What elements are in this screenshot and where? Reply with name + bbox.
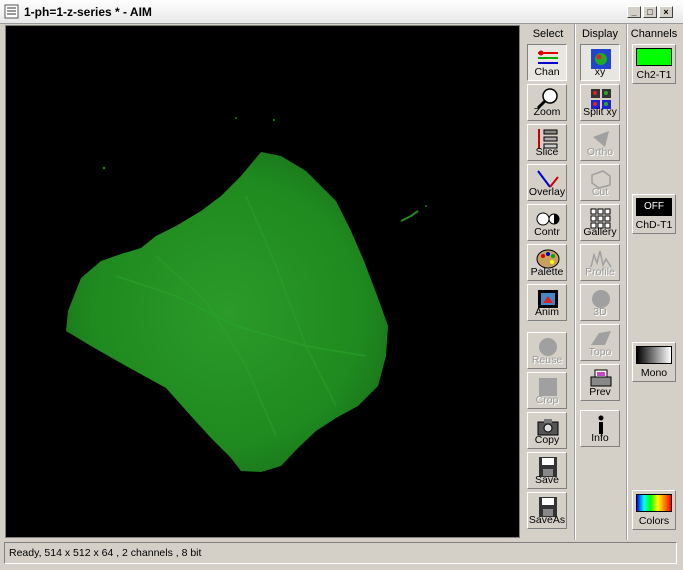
rainbow-gradient-swatch <box>636 494 672 512</box>
channel-ch2-t1-button[interactable]: Ch2-T1 <box>632 44 676 84</box>
tool-label: SaveAs <box>528 514 566 526</box>
tool-label: Topo <box>588 346 612 358</box>
channel-chd-t1-button[interactable]: OFF ChD-T1 <box>632 194 676 234</box>
palette-button[interactable]: Palette <box>527 244 567 281</box>
3d-button[interactable]: 3D <box>580 284 620 321</box>
chan-button[interactable]: Chan <box>527 44 567 81</box>
maximize-button[interactable]: □ <box>643 6 657 18</box>
mono-button[interactable]: Mono <box>632 342 676 382</box>
separator <box>626 24 627 540</box>
cut-button[interactable]: Cut <box>580 164 620 201</box>
reuse-button[interactable]: Reuse <box>527 332 567 369</box>
close-button[interactable]: × <box>659 6 673 18</box>
topo-button[interactable]: Topo <box>580 324 620 361</box>
tool-label: Cut <box>591 186 609 198</box>
display-column-header: Display <box>581 28 619 40</box>
overlay-button[interactable]: Overlay <box>527 164 567 201</box>
tool-label: Gallery <box>583 226 617 238</box>
tool-label: Info <box>591 432 609 444</box>
tool-label: Overlay <box>528 186 566 198</box>
tool-label: Prev <box>589 386 611 398</box>
profile-button[interactable]: Profile <box>580 244 620 281</box>
crop-button[interactable]: Crop <box>527 372 567 409</box>
tool-label: Chan <box>534 66 560 78</box>
select-column-header: Select <box>532 28 564 40</box>
minimize-button[interactable]: _ <box>627 6 641 18</box>
tool-label: Profile <box>585 266 615 278</box>
green-swatch <box>636 48 672 66</box>
tool-label: Ortho <box>586 146 614 158</box>
gray-gradient-swatch <box>636 346 672 364</box>
tool-label: xy <box>594 66 606 78</box>
separator <box>574 24 575 540</box>
title-bar[interactable]: 1-ph=1-z-series * - AIM _ □ × <box>0 0 683 24</box>
tool-label: 3D <box>593 306 607 318</box>
tool-label: Palette <box>530 266 564 278</box>
image-view[interactable] <box>5 25 520 538</box>
window-title: 1-ph=1-z-series * - AIM <box>24 5 152 19</box>
confocal-image <box>66 117 427 472</box>
xy-button[interactable]: xy <box>580 44 620 81</box>
tool-label: Zoom <box>533 106 561 118</box>
off-swatch: OFF <box>636 198 672 216</box>
save-button[interactable]: Save <box>527 452 567 489</box>
colors-button[interactable]: Colors <box>632 490 676 530</box>
tool-label: Anim <box>535 306 559 318</box>
tool-label: Save <box>535 474 559 486</box>
tool-label: Slice <box>535 146 559 158</box>
slice-button[interactable]: Slice <box>527 124 567 161</box>
channel-label: ChD-T1 <box>635 219 673 231</box>
channel-label: Mono <box>640 367 668 379</box>
channel-label: Colors <box>638 515 670 527</box>
tool-label: Copy <box>534 434 560 446</box>
app-icon <box>4 4 19 19</box>
tool-label: Crop <box>535 394 559 406</box>
save-as-button[interactable]: SaveAs <box>527 492 567 529</box>
anim-button[interactable]: Anim <box>527 284 567 321</box>
tool-label: Contr <box>534 226 560 238</box>
zoom-button[interactable]: Zoom <box>527 84 567 121</box>
copy-button[interactable]: Copy <box>527 412 567 449</box>
split-xy-button[interactable]: Split xy <box>580 84 620 121</box>
tool-label: Split xy <box>583 106 617 118</box>
status-text: Ready, 514 x 512 x 64 , 2 channels , 8 b… <box>9 547 202 559</box>
status-bar: Ready, 514 x 512 x 64 , 2 channels , 8 b… <box>4 542 677 564</box>
channels-column-header: Channels <box>630 28 678 40</box>
prev-button[interactable]: Prev <box>580 364 620 401</box>
channel-label: Ch2-T1 <box>636 69 672 81</box>
ortho-button[interactable]: Ortho <box>580 124 620 161</box>
tool-label: Reuse <box>531 354 563 366</box>
contrast-button[interactable]: Contr <box>527 204 567 241</box>
info-button[interactable]: Info <box>580 410 620 447</box>
gallery-button[interactable]: Gallery <box>580 204 620 241</box>
